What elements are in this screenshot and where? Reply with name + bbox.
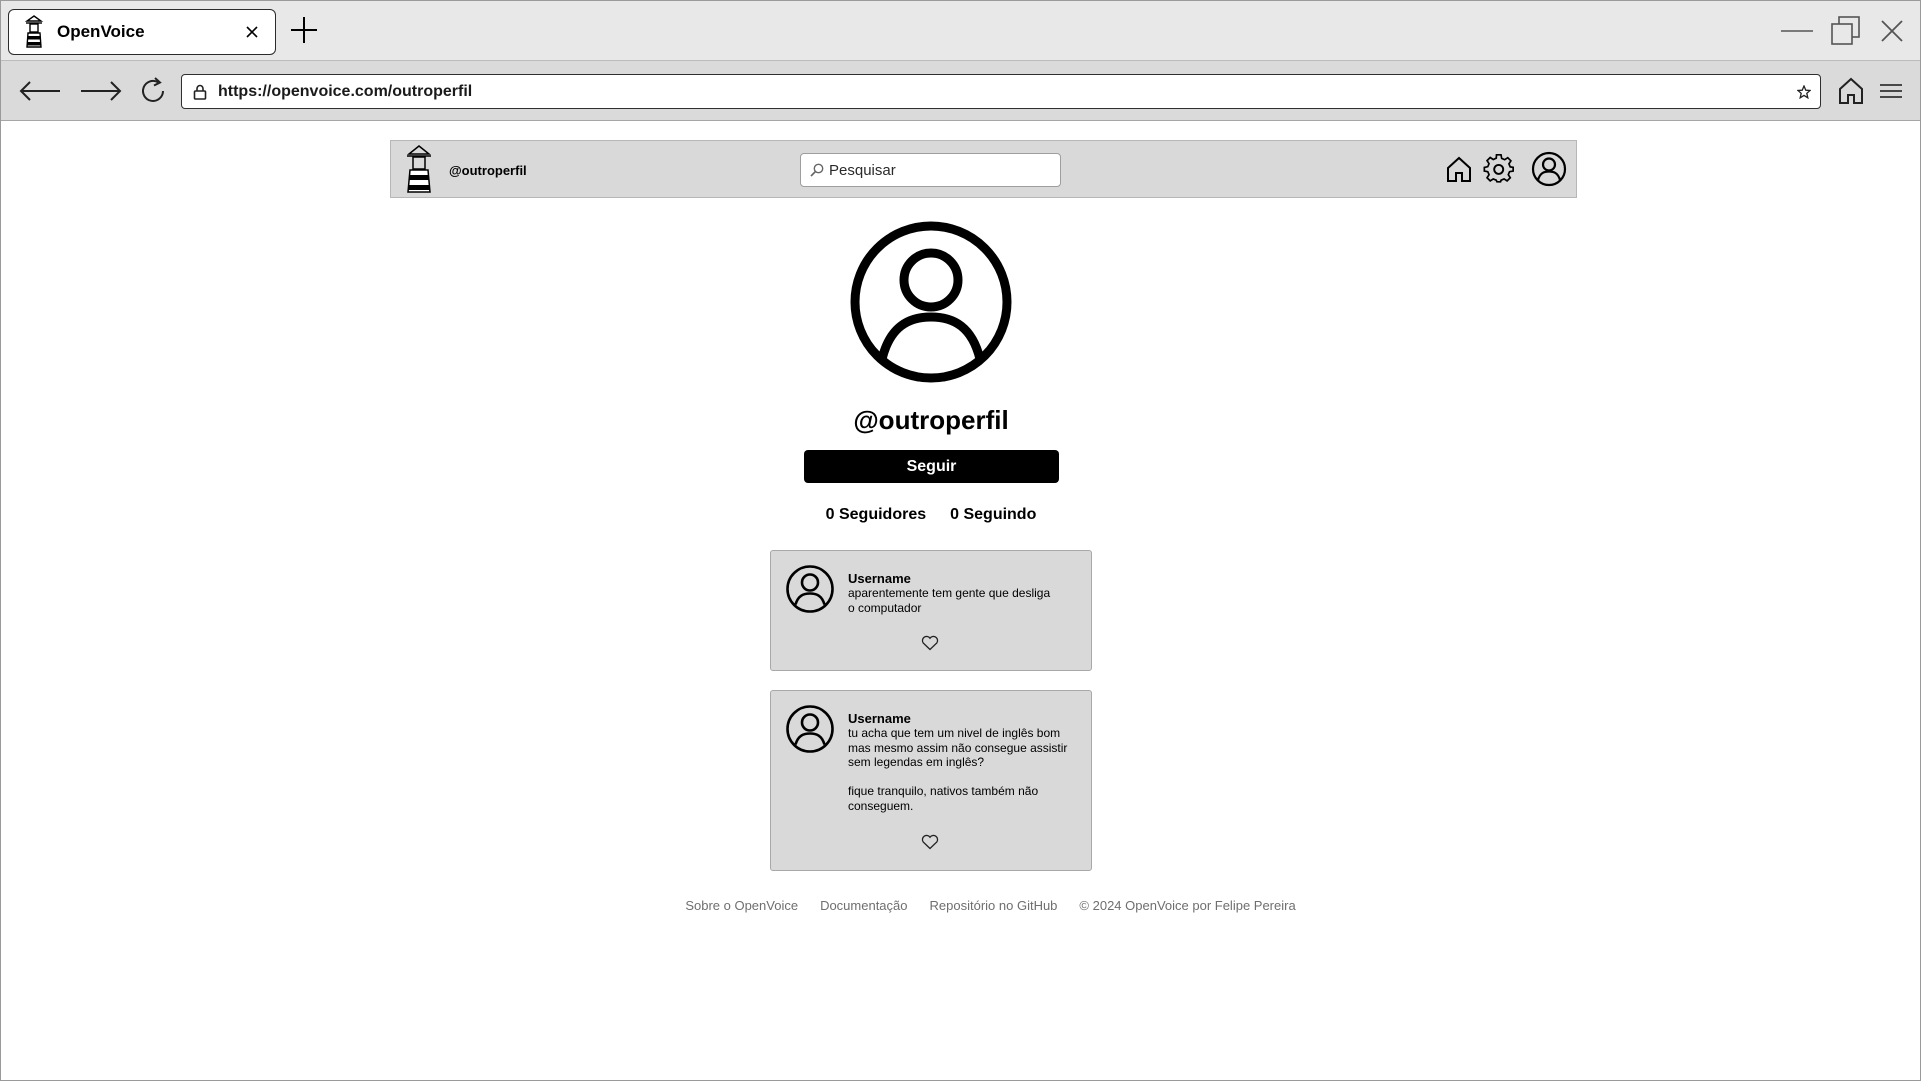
close-tab-icon[interactable] xyxy=(237,17,267,47)
heart-icon[interactable] xyxy=(918,632,942,654)
maximize-icon[interactable] xyxy=(1826,13,1866,49)
post-card: Username aparentemente tem gente que des… xyxy=(770,550,1092,671)
bookmark-star-icon[interactable] xyxy=(1788,75,1820,108)
browser-window: OpenVoice https://openvoice.com/outroper… xyxy=(0,0,1921,1081)
footer-link-about[interactable]: Sobre o OpenVoice xyxy=(685,898,798,913)
header-handle: @outroperfil xyxy=(449,162,527,178)
page-content: @outroperfil Pesquisar @outroperfil Segu… xyxy=(1,122,1920,1080)
post-card: Username tu acha que tem um nivel de ing… xyxy=(770,690,1092,871)
avatar[interactable] xyxy=(785,564,835,614)
settings-gear-icon[interactable] xyxy=(1481,151,1517,187)
close-window-icon[interactable] xyxy=(1872,13,1912,49)
search-icon xyxy=(809,162,825,178)
address-bar[interactable]: https://openvoice.com/outroperfil xyxy=(181,74,1821,109)
footer-link-docs[interactable]: Documentação xyxy=(820,898,907,913)
search-box[interactable] xyxy=(800,153,1061,187)
lighthouse-icon xyxy=(21,15,47,49)
post-text: aparentemente tem gente que desliga o co… xyxy=(848,586,1051,615)
tab-openvoice[interactable]: OpenVoice xyxy=(8,9,276,55)
back-arrow-icon[interactable] xyxy=(17,71,63,111)
navigation-bar: https://openvoice.com/outroperfil xyxy=(1,60,1920,121)
post-body: Username tu acha que tem um nivel de ing… xyxy=(848,711,1080,813)
search-input[interactable] xyxy=(829,161,1049,179)
follow-button[interactable]: Seguir xyxy=(804,450,1059,483)
tab-bar: OpenVoice xyxy=(1,1,1920,60)
profile-stats: 0 Seguidores 0 Seguindo xyxy=(781,506,1081,524)
lighthouse-logo-icon xyxy=(403,145,435,195)
new-tab-icon[interactable] xyxy=(287,13,321,47)
minimize-icon[interactable] xyxy=(1777,13,1817,49)
followers-count[interactable]: 0 Seguidores xyxy=(826,506,926,524)
app-header: @outroperfil xyxy=(390,140,1577,198)
menu-icon[interactable] xyxy=(1868,71,1914,111)
profile-avatar xyxy=(848,219,1014,385)
post-body: Username aparentemente tem gente que des… xyxy=(848,571,1080,615)
tab-title: OpenVoice xyxy=(57,22,145,41)
url-text[interactable]: https://openvoice.com/outroperfil xyxy=(218,83,1788,101)
following-count[interactable]: 0 Seguindo xyxy=(950,506,1036,524)
post-username[interactable]: Username xyxy=(848,571,1080,586)
reload-icon[interactable] xyxy=(130,71,176,111)
profile-name: @outroperfil xyxy=(853,405,1009,435)
avatar[interactable] xyxy=(785,704,835,754)
home-icon[interactable] xyxy=(1441,151,1477,187)
footer-link-repo[interactable]: Repositório no GitHub xyxy=(930,898,1058,913)
footer: Sobre o OpenVoice Documentação Repositór… xyxy=(1,898,1920,913)
heart-icon[interactable] xyxy=(918,831,942,853)
post-text: tu acha que tem um nivel de inglês bom m… xyxy=(848,726,1068,813)
footer-copyright: © 2024 OpenVoice por Felipe Pereira xyxy=(1079,898,1296,913)
user-profile-icon[interactable] xyxy=(1529,149,1569,189)
post-username[interactable]: Username xyxy=(848,711,1080,726)
brand[interactable]: @outroperfil xyxy=(403,145,527,195)
lock-icon xyxy=(182,75,218,108)
forward-arrow-icon[interactable] xyxy=(78,71,124,111)
